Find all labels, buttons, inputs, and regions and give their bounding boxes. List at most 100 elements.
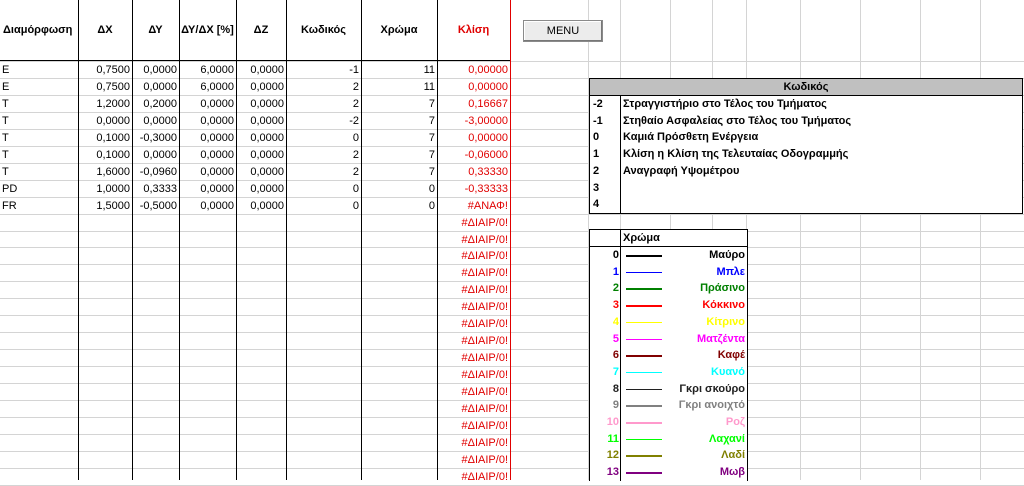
cell-slope-error[interactable]: #ΔΙΑΙΡ/0!: [439, 367, 508, 384]
color-legend-row: 12 Λαδί: [590, 447, 747, 464]
cell-color[interactable]: 7: [363, 164, 435, 181]
cell-dz[interactable]: 0,0000: [238, 79, 284, 96]
cell-dy[interactable]: -0,3000: [134, 130, 177, 147]
code-legend-row: 0 Καμιά Πρόσθετη Ενέργεια: [590, 129, 1022, 146]
cell-dx[interactable]: 1,6000: [80, 164, 130, 181]
color-number: 2: [612, 282, 619, 295]
cell-slope[interactable]: 0,16667: [439, 96, 508, 113]
cell-slope[interactable]: 0,00000: [439, 62, 508, 79]
cell-code[interactable]: 0: [288, 181, 359, 198]
cell-slope-error[interactable]: #ΔΙΑΙΡ/0!: [439, 265, 508, 282]
cell-dydx[interactable]: 6,0000: [181, 79, 234, 96]
cell-color[interactable]: 7: [363, 96, 435, 113]
header-dx[interactable]: ΔΧ: [78, 0, 132, 60]
cell-color[interactable]: 11: [363, 62, 435, 79]
cell-dy[interactable]: 0,3333: [134, 181, 177, 198]
cell-type[interactable]: FR: [2, 198, 76, 215]
cell-color[interactable]: 7: [363, 113, 435, 130]
cell-dydx[interactable]: 0,0000: [181, 130, 234, 147]
cell-code[interactable]: 2: [288, 164, 359, 181]
cell-type[interactable]: E: [2, 62, 76, 79]
cell-dx[interactable]: 0,7500: [80, 62, 130, 79]
cell-slope[interactable]: -3,00000: [439, 113, 508, 130]
cell-dx[interactable]: 1,0000: [80, 181, 130, 198]
cell-dydx[interactable]: 0,0000: [181, 113, 234, 130]
cell-dz[interactable]: 0,0000: [238, 130, 284, 147]
cell-type[interactable]: T: [2, 96, 76, 113]
menu-button[interactable]: MENU: [523, 20, 603, 42]
cell-color[interactable]: 11: [363, 79, 435, 96]
cell-dydx[interactable]: 0,0000: [181, 164, 234, 181]
cell-type[interactable]: T: [2, 113, 76, 130]
cell-code[interactable]: 0: [288, 130, 359, 147]
cell-dy[interactable]: 0,0000: [134, 113, 177, 130]
cell-code[interactable]: 2: [288, 79, 359, 96]
cell-slope[interactable]: #ΑΝΑΦ!: [439, 198, 508, 215]
cell-slope[interactable]: -0,06000: [439, 147, 508, 164]
cell-dz[interactable]: 0,0000: [238, 96, 284, 113]
cell-slope[interactable]: -0,33333: [439, 181, 508, 198]
cell-dy[interactable]: 0,2000: [134, 96, 177, 113]
cell-slope-error[interactable]: #ΔΙΑΙΡ/0!: [439, 435, 508, 452]
cell-dydx[interactable]: 0,0000: [181, 96, 234, 113]
cell-slope-error[interactable]: #ΔΙΑΙΡ/0!: [439, 282, 508, 299]
cell-dy[interactable]: 0,0000: [134, 147, 177, 164]
cell-color[interactable]: 7: [363, 147, 435, 164]
cell-code[interactable]: -2: [288, 113, 359, 130]
cell-dz[interactable]: 0,0000: [238, 164, 284, 181]
cell-type[interactable]: T: [2, 147, 76, 164]
cell-dx[interactable]: 0,0000: [80, 113, 130, 130]
cell-dydx[interactable]: 0,0000: [181, 147, 234, 164]
cell-slope-error[interactable]: #ΔΙΑΙΡ/0!: [439, 452, 508, 469]
cell-dx[interactable]: 0,7500: [80, 79, 130, 96]
cell-slope-error[interactable]: #ΔΙΑΙΡ/0!: [439, 384, 508, 401]
cell-color[interactable]: 0: [363, 181, 435, 198]
cell-slope-error[interactable]: #ΔΙΑΙΡ/0!: [439, 401, 508, 418]
cell-dx[interactable]: 0,1000: [80, 130, 130, 147]
cell-slope-error[interactable]: #ΔΙΑΙΡ/0!: [439, 418, 508, 435]
cell-code[interactable]: -1: [288, 62, 359, 79]
cell-dx[interactable]: 0,1000: [80, 147, 130, 164]
header-slope[interactable]: Κλίση: [437, 0, 510, 60]
cell-slope-error[interactable]: #ΔΙΑΙΡ/0!: [439, 299, 508, 316]
cell-dz[interactable]: 0,0000: [238, 113, 284, 130]
cell-color[interactable]: 7: [363, 130, 435, 147]
cell-dy[interactable]: 0,0000: [134, 79, 177, 96]
cell-color[interactable]: 0: [363, 198, 435, 215]
header-dy[interactable]: ΔΥ: [132, 0, 179, 60]
header-code[interactable]: Κωδικός: [286, 0, 361, 60]
cell-type[interactable]: E: [2, 79, 76, 96]
cell-code[interactable]: 0: [288, 198, 359, 215]
cell-slope-error[interactable]: #ΔΙΑΙΡ/0!: [439, 333, 508, 350]
cell-slope-error[interactable]: #ΔΙΑΙΡ/0!: [439, 232, 508, 249]
header-config[interactable]: Διαμόρφωση: [0, 0, 78, 60]
cell-dydx[interactable]: 0,0000: [181, 198, 234, 215]
cell-type[interactable]: T: [2, 130, 76, 147]
cell-code[interactable]: 2: [288, 147, 359, 164]
cell-dy[interactable]: -0,0960: [134, 164, 177, 181]
cell-slope-error[interactable]: #ΔΙΑΙΡ/0!: [439, 350, 508, 367]
cell-slope[interactable]: 0,33330: [439, 164, 508, 181]
cell-slope-error[interactable]: #ΔΙΑΙΡ/0!: [439, 248, 508, 265]
cell-slope-error[interactable]: #ΔΙΑΙΡ/0!: [439, 469, 508, 486]
header-color[interactable]: Χρώμα: [361, 0, 437, 60]
cell-slope[interactable]: 0,00000: [439, 79, 508, 96]
cell-dy[interactable]: -0,5000: [134, 198, 177, 215]
cell-dz[interactable]: 0,0000: [238, 147, 284, 164]
cell-dydx[interactable]: 6,0000: [181, 62, 234, 79]
header-dz[interactable]: ΔΖ: [236, 0, 286, 60]
cell-dx[interactable]: 1,5000: [80, 198, 130, 215]
cell-slope-error[interactable]: #ΔΙΑΙΡ/0!: [439, 316, 508, 333]
cell-type[interactable]: PD: [2, 181, 76, 198]
cell-slope-error[interactable]: #ΔΙΑΙΡ/0!: [439, 215, 508, 232]
cell-dz[interactable]: 0,0000: [238, 181, 284, 198]
cell-code[interactable]: 2: [288, 96, 359, 113]
cell-slope[interactable]: 0,00000: [439, 130, 508, 147]
cell-dz[interactable]: 0,0000: [238, 198, 284, 215]
cell-type[interactable]: T: [2, 164, 76, 181]
header-dydx[interactable]: ΔΥ/ΔΧ [%]: [179, 0, 236, 60]
cell-dydx[interactable]: 0,0000: [181, 181, 234, 198]
cell-dy[interactable]: 0,0000: [134, 62, 177, 79]
cell-dz[interactable]: 0,0000: [238, 62, 284, 79]
cell-dx[interactable]: 1,2000: [80, 96, 130, 113]
